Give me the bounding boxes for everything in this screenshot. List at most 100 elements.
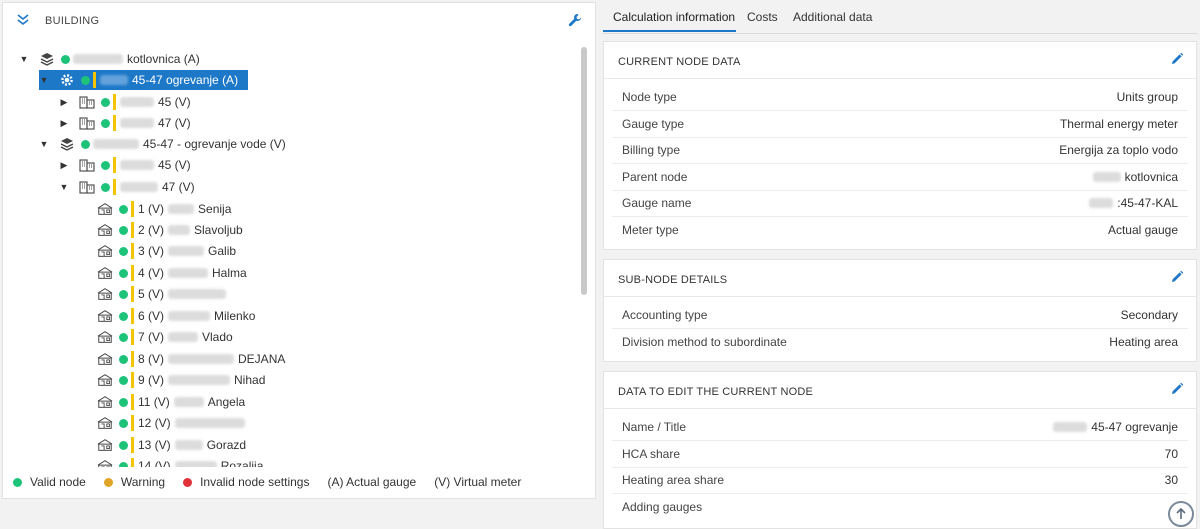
status-dot xyxy=(119,204,128,214)
legend-item: (A) Actual gauge xyxy=(327,475,416,489)
redacted-text xyxy=(120,160,154,170)
detail-label: Name / Title xyxy=(622,420,687,434)
node-marker xyxy=(131,437,134,453)
layers-icon xyxy=(39,51,55,67)
caret-right-icon[interactable]: ▶ xyxy=(59,97,69,107)
detail-value-wrap: Heating area xyxy=(1109,335,1178,349)
tree-node-owner: Vlado xyxy=(202,330,233,344)
pencil-icon[interactable] xyxy=(1170,382,1184,396)
tree-node[interactable]: 5 (V) xyxy=(97,284,230,304)
status-dot xyxy=(61,54,70,64)
node-marker xyxy=(131,201,134,217)
status-dot xyxy=(119,289,128,299)
tree-node[interactable]: 14 (V) Rozalija xyxy=(97,456,263,467)
tree-node[interactable]: 6 (V) Milenko xyxy=(97,306,255,326)
detail-value-wrap: Units group xyxy=(1117,90,1178,104)
tree-node-label: 45-47 ogrevanje (A) xyxy=(132,73,239,87)
detail-value-wrap: 30 xyxy=(1165,473,1178,487)
redacted-text xyxy=(168,268,209,278)
tree-node[interactable]: 2 (V) Slavoljub xyxy=(97,220,243,240)
detail-value: Heating area xyxy=(1109,335,1178,349)
redacted-text xyxy=(168,204,195,214)
caret-down-icon[interactable]: ▼ xyxy=(59,182,69,192)
wrench-icon[interactable] xyxy=(567,12,583,28)
tree-node-label: 11 (V) xyxy=(138,395,170,409)
tree-node-owner: Nihad xyxy=(234,373,266,387)
tree-node[interactable]: 3 (V) Galib xyxy=(97,241,236,261)
detail-value-wrap: 45-47 ogrevanje xyxy=(1053,420,1178,434)
caret-down-icon[interactable]: ▼ xyxy=(19,54,29,64)
details-panel: Calculation information Costs Additional… xyxy=(603,0,1198,529)
building-panel: BUILDING ▼ kotlovnica (A) ▼ 45-47 ogrevanje… xyxy=(2,2,596,499)
tree-node-label: kotlovnica (A) xyxy=(127,52,200,66)
tree-node[interactable]: ▶ 45 (V) xyxy=(59,92,191,112)
status-dot xyxy=(81,139,90,149)
redacted-text xyxy=(174,440,203,450)
detail-value: Actual gauge xyxy=(1107,223,1178,237)
caret-down-icon[interactable]: ▼ xyxy=(39,75,49,85)
sub-node-card: SUB-NODE DETAILS Accounting type Secondar… xyxy=(603,259,1197,362)
detail-row: Parent node kotlovnica xyxy=(612,164,1188,191)
tree-node-label: 47 (V) xyxy=(162,180,195,194)
legend-item: Warning xyxy=(103,475,165,489)
pencil-icon[interactable] xyxy=(1170,52,1184,66)
tree-node[interactable]: ▶ 45 (V) xyxy=(59,155,191,175)
detail-row: Division method to subordinate Heating ar… xyxy=(612,329,1188,356)
tree-node[interactable]: 4 (V) Halma xyxy=(97,263,247,283)
building-header: BUILDING xyxy=(3,3,595,39)
tree-node-owner: Milenko xyxy=(214,309,256,323)
tree-node[interactable]: 13 (V) Gorazd xyxy=(97,435,246,455)
tree-node-owner: Angela xyxy=(207,395,246,409)
apartment-icon xyxy=(97,351,113,367)
redacted-text xyxy=(1089,198,1114,208)
tree-node[interactable]: 8 (V) DEJANA xyxy=(97,349,285,369)
tree-node[interactable]: 11 (V) Angela xyxy=(97,392,245,412)
detail-value-wrap: 70 xyxy=(1165,447,1178,461)
detail-row: Heating area share 30 xyxy=(612,467,1188,494)
node-marker xyxy=(131,394,134,410)
scroll-to-top-button[interactable] xyxy=(1168,501,1194,527)
tree-node-label: 12 (V) xyxy=(138,416,171,430)
tree-node-label: 9 (V) xyxy=(138,373,165,387)
tree-node[interactable]: ▼ 45-47 ogrevanje (A) xyxy=(39,70,249,90)
caret-right-icon[interactable]: ▶ xyxy=(59,160,69,170)
tab-costs[interactable]: Costs xyxy=(747,10,778,24)
tree-node-label: 7 (V) xyxy=(138,330,165,344)
detail-value: 45-47 ogrevanje xyxy=(1091,420,1178,434)
apartment-icon xyxy=(97,201,113,217)
apartment-icon xyxy=(97,286,113,302)
tree-node[interactable]: ▶ 47 (V) xyxy=(59,113,191,133)
redacted-text xyxy=(168,289,227,299)
building-icon xyxy=(79,115,95,131)
card-title: CURRENT NODE DATA xyxy=(618,56,741,68)
redacted-text xyxy=(168,332,199,342)
apartment-icon xyxy=(97,308,113,324)
tree-node-label: 47 (V) xyxy=(158,116,191,130)
detail-value-wrap: Thermal energy meter xyxy=(1060,117,1178,131)
legend-label: (V) Virtual meter xyxy=(434,475,522,489)
tree-scrollbar[interactable] xyxy=(581,47,587,295)
detail-row: Meter type Actual gauge xyxy=(612,217,1188,244)
tree-node[interactable]: ▼ 45-47 - ogrevanje vode (V) xyxy=(39,134,286,154)
caret-down-icon[interactable]: ▼ xyxy=(39,139,49,149)
tree-node[interactable]: ▼ kotlovnica (A) xyxy=(19,49,200,69)
tree-node[interactable]: 1 (V) Senija xyxy=(97,199,231,219)
tab-calculation-information[interactable]: Calculation information xyxy=(613,10,735,24)
tree-node[interactable]: 7 (V) Vlado xyxy=(97,327,233,347)
tree-node[interactable]: ▼ 47 (V) xyxy=(59,177,195,197)
redacted-text xyxy=(120,97,154,107)
detail-row: Gauge name:45-47-KAL xyxy=(612,190,1188,217)
tab-additional-data[interactable]: Additional data xyxy=(793,10,872,24)
tree-node[interactable]: 12 (V) xyxy=(97,413,249,433)
double-chevron-down-icon[interactable] xyxy=(15,12,31,28)
detail-value-wrap: Energija za toplo vodo xyxy=(1059,143,1178,157)
tree-node[interactable]: 9 (V) Nihad xyxy=(97,370,265,390)
legend-item: Valid node xyxy=(13,475,86,489)
pencil-icon[interactable] xyxy=(1170,270,1184,284)
building-icon xyxy=(79,94,95,110)
detail-label: Adding gauges xyxy=(622,500,703,514)
tree-node-owner: DEJANA xyxy=(238,352,286,366)
detail-row: Accounting type Secondary xyxy=(612,302,1188,329)
status-dot xyxy=(101,118,110,128)
caret-right-icon[interactable]: ▶ xyxy=(59,118,69,128)
